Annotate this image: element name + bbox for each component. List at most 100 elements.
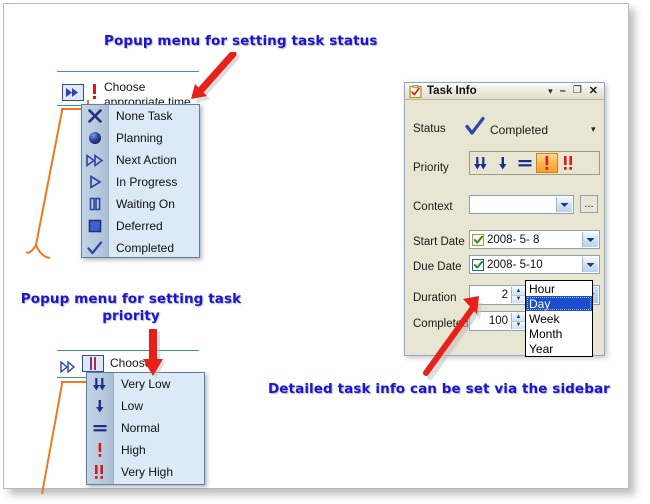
annotation-status-note: Popup menu for setting task status — [104, 33, 378, 49]
equals-icon — [87, 417, 113, 439]
annotation-priority-note: Popup menu for setting task priority — [20, 291, 242, 324]
context-browse-button[interactable]: ... — [580, 195, 598, 213]
context-dropdown-arrow-icon[interactable] — [556, 197, 572, 212]
completed-spinner[interactable]: ▲ ▼ — [511, 313, 525, 329]
restore-button[interactable]: ❐ — [573, 86, 582, 96]
priority-button-bar[interactable] — [469, 151, 600, 175]
spin-down-icon[interactable]: ▼ — [511, 295, 525, 303]
priority-button-high[interactable] — [536, 153, 558, 173]
next-action-icon — [66, 88, 78, 97]
priority-button-very-high[interactable] — [558, 153, 580, 173]
menu-item-very-high[interactable]: Very High — [87, 461, 204, 483]
menu-item-waiting-on[interactable]: Waiting On — [82, 193, 199, 215]
menu-item-label: Normal — [121, 421, 160, 435]
task-info-title-bar[interactable]: Task Info ▾ – ❐ ✕ — [405, 83, 604, 100]
close-button[interactable]: ✕ — [589, 85, 598, 97]
double-triangle-icon — [82, 149, 108, 171]
duration-spinner[interactable]: ▲ ▼ — [511, 287, 525, 303]
duration-input[interactable]: 2 ▲ ▼ — [469, 285, 527, 305]
double-down-arrow-icon — [474, 156, 487, 169]
status-cell-box[interactable] — [62, 84, 84, 101]
menu-dropdown-button[interactable]: ▾ — [548, 86, 553, 96]
spin-down-icon[interactable]: ▼ — [511, 321, 525, 329]
spin-up-icon[interactable]: ▲ — [511, 287, 525, 296]
menu-item-label: Waiting On — [116, 197, 175, 211]
down-arrow-icon — [87, 395, 113, 417]
triangle-play-icon — [82, 171, 108, 193]
priority-button-low[interactable] — [492, 153, 514, 173]
task-info-title: Task Info — [427, 85, 477, 97]
dropdown-option-hour[interactable]: Hour — [526, 281, 592, 296]
double-down-arrow-icon — [87, 373, 113, 395]
menu-item-very-low[interactable]: Very Low — [87, 373, 204, 395]
priority-cell-box[interactable] — [82, 355, 104, 372]
equals-icon — [518, 160, 532, 167]
menu-item-normal[interactable]: Normal — [87, 417, 204, 439]
dropdown-option-day[interactable]: Day — [526, 296, 592, 311]
start-date-checkbox[interactable] — [472, 233, 484, 246]
status-value-checkmark-icon — [465, 116, 485, 141]
menu-item-next-action[interactable]: Next Action — [82, 149, 199, 171]
due-date-input[interactable]: 2008- 5-10 — [469, 255, 600, 274]
status-dropdown-arrow-icon[interactable]: ▾ — [591, 124, 596, 135]
priority-button-normal[interactable] — [514, 153, 536, 173]
clipboard-check-icon — [409, 84, 422, 98]
menu-item-label: Very Low — [121, 377, 171, 391]
start-date-label: Start Date — [413, 236, 465, 248]
down-arrow-icon — [499, 156, 507, 169]
menu-item-label: Completed — [116, 241, 175, 255]
priority-label: Priority — [413, 162, 449, 174]
menu-item-low[interactable]: Low — [87, 395, 204, 417]
dropdown-option-week[interactable]: Week — [526, 311, 592, 326]
menu-item-in-progress[interactable]: In Progress — [82, 171, 199, 193]
priority-button-very-low[interactable] — [470, 153, 492, 173]
x-cross-icon — [82, 105, 108, 127]
due-date-value: 2008- 5-10 — [487, 258, 543, 271]
pause-bars-icon — [82, 193, 108, 215]
menu-item-deferred[interactable]: Deferred — [82, 215, 199, 237]
priority-row-text: Choose — [110, 356, 152, 370]
due-date-dropdown-arrow-icon[interactable] — [582, 257, 598, 272]
status-label: Status — [413, 123, 446, 135]
sphere-icon — [82, 127, 108, 149]
duration-unit-dropdown-list[interactable]: Hour Day Week Month Year — [525, 280, 593, 357]
due-date-label: Due Date — [413, 261, 462, 273]
priority-popup-menu[interactable]: Very Low Low Normal High Very High — [86, 372, 205, 485]
menu-item-none-task[interactable]: None Task — [82, 105, 199, 127]
menu-item-planning[interactable]: Planning — [82, 127, 199, 149]
dropdown-option-month[interactable]: Month — [526, 326, 592, 341]
completed-label: Completed — [413, 318, 469, 330]
status-value[interactable]: Completed — [490, 123, 548, 137]
cell-priority-marks-icon — [90, 357, 96, 370]
spin-up-icon[interactable]: ▲ — [511, 313, 525, 322]
status-row-priority-icon — [90, 83, 99, 106]
menu-item-label: Low — [121, 399, 144, 413]
menu-item-label: Deferred — [116, 219, 163, 233]
menu-item-high[interactable]: High — [87, 439, 204, 461]
priority-row-status-icon — [60, 360, 78, 378]
menu-item-completed[interactable]: Completed — [82, 237, 199, 259]
minimize-button[interactable]: – — [560, 85, 566, 97]
dropdown-option-year[interactable]: Year — [526, 341, 592, 356]
due-date-checkbox[interactable] — [472, 258, 484, 271]
context-input[interactable] — [469, 195, 574, 214]
annotation-sidebar-note: Detailed task info can be set via the si… — [268, 381, 610, 397]
menu-item-label: Next Action — [116, 153, 177, 167]
duration-label: Duration — [413, 292, 457, 304]
start-date-input[interactable]: 2008- 5- 8 — [469, 230, 600, 249]
double-triangle-icon — [60, 360, 76, 374]
double-exclamation-icon — [87, 461, 113, 483]
context-label: Context — [413, 201, 453, 213]
start-date-dropdown-arrow-icon[interactable] — [582, 232, 598, 247]
exclamation-icon — [545, 156, 549, 170]
menu-item-label: In Progress — [116, 175, 178, 189]
completed-input[interactable]: 100 ▲ ▼ — [469, 311, 527, 331]
status-popup-menu[interactable]: None Task Planning Next Action In Progre… — [81, 104, 200, 258]
checkmark-icon — [82, 237, 108, 259]
menu-item-label: Planning — [116, 131, 163, 145]
double-exclamation-icon — [564, 156, 572, 170]
start-date-value: 2008- 5- 8 — [487, 233, 540, 246]
square-icon — [82, 215, 108, 237]
exclamation-icon — [87, 439, 113, 461]
high-priority-icon — [93, 84, 96, 99]
